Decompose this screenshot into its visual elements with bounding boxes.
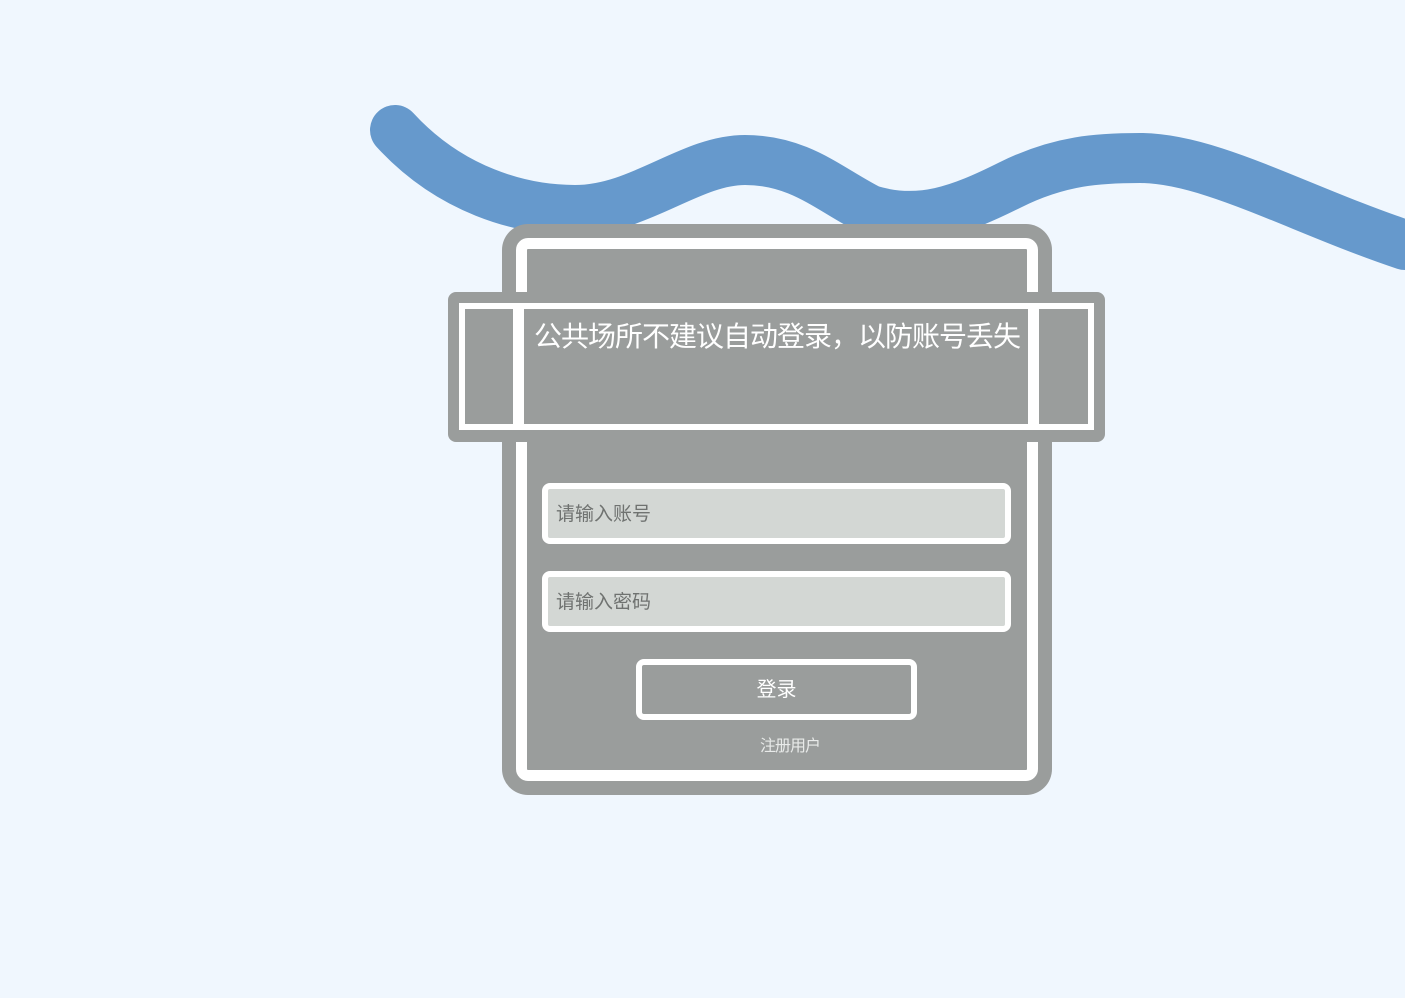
register-link[interactable]: 注册用户 [740,732,840,756]
password-input[interactable] [548,577,1005,626]
warning-banner: 公共场所不建议自动登录，以防账号丢失 [448,292,1105,442]
login-page: 公共场所不建议自动登录，以防账号丢失 登录 注册用户 [0,0,1405,998]
username-input[interactable] [548,489,1005,538]
login-button[interactable]: 登录 [636,659,917,720]
warning-text: 公共场所不建议自动登录，以防账号丢失 [533,320,1021,353]
password-field-wrapper [542,571,1011,632]
username-field-wrapper [542,483,1011,544]
